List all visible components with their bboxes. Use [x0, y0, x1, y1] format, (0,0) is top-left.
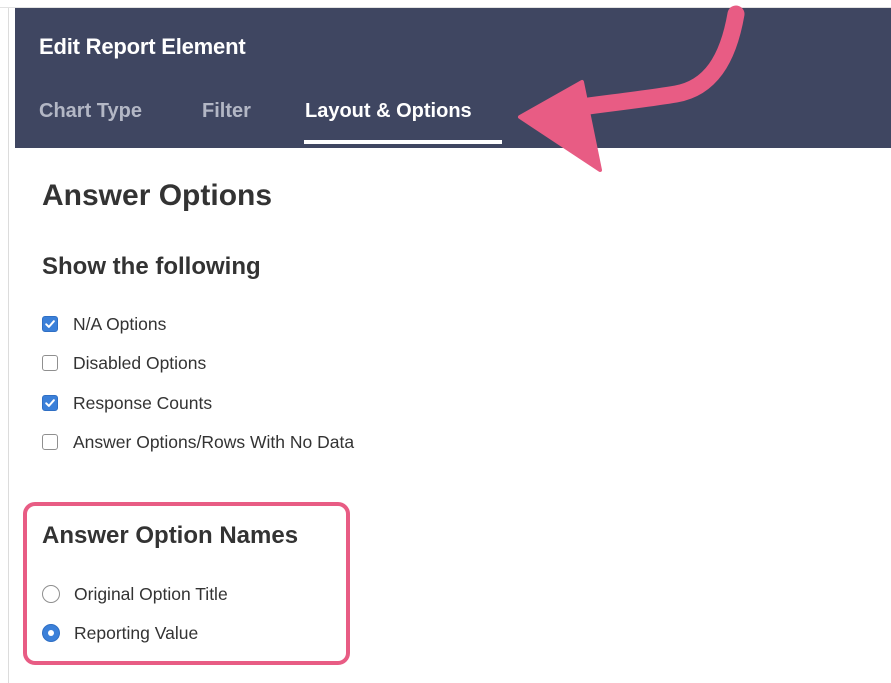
section-title: Answer Options: [42, 179, 273, 212]
radio-label: Reporting Value: [74, 622, 199, 643]
checkbox-label: Answer Options/Rows With No Data: [73, 431, 355, 452]
checkbox-checked-icon[interactable]: [42, 316, 58, 332]
tab-chart-type[interactable]: Chart Type: [39, 100, 142, 123]
radio-reporting-value[interactable]: Reporting Value: [42, 622, 198, 644]
radio-label: Original Option Title: [74, 583, 228, 604]
checkbox-disabled-options[interactable]: Disabled Options: [42, 352, 206, 374]
checkbox-unchecked-icon[interactable]: [42, 434, 58, 450]
radio-unselected-icon[interactable]: [42, 585, 60, 603]
checkbox-rows-no-data[interactable]: Answer Options/Rows With No Data: [42, 431, 354, 453]
radio-original-option-title[interactable]: Original Option Title: [42, 583, 228, 605]
active-tab-indicator: [304, 140, 502, 144]
radio-selected-icon[interactable]: [42, 624, 60, 642]
checkbox-checked-icon[interactable]: [42, 395, 58, 411]
checkbox-unchecked-icon[interactable]: [42, 355, 58, 371]
report-element-editor: Edit Report Element Chart Type Filter La…: [0, 0, 891, 683]
checkbox-na-options[interactable]: N/A Options: [42, 313, 166, 335]
editor-header: Edit Report Element Chart Type Filter La…: [15, 8, 891, 148]
checkbox-label: Response Counts: [73, 392, 213, 413]
tab-filter[interactable]: Filter: [202, 100, 251, 123]
answer-option-names-heading: Answer Option Names: [42, 522, 299, 549]
show-following-heading: Show the following: [42, 253, 261, 280]
dialog-title: Edit Report Element: [39, 34, 246, 59]
tab-layout-options[interactable]: Layout & Options: [305, 100, 472, 123]
radio-dot: [48, 630, 54, 636]
left-divider: [8, 8, 9, 683]
checkbox-label: Disabled Options: [73, 352, 207, 373]
checkbox-label: N/A Options: [73, 313, 167, 334]
checkbox-response-counts[interactable]: Response Counts: [42, 392, 212, 414]
